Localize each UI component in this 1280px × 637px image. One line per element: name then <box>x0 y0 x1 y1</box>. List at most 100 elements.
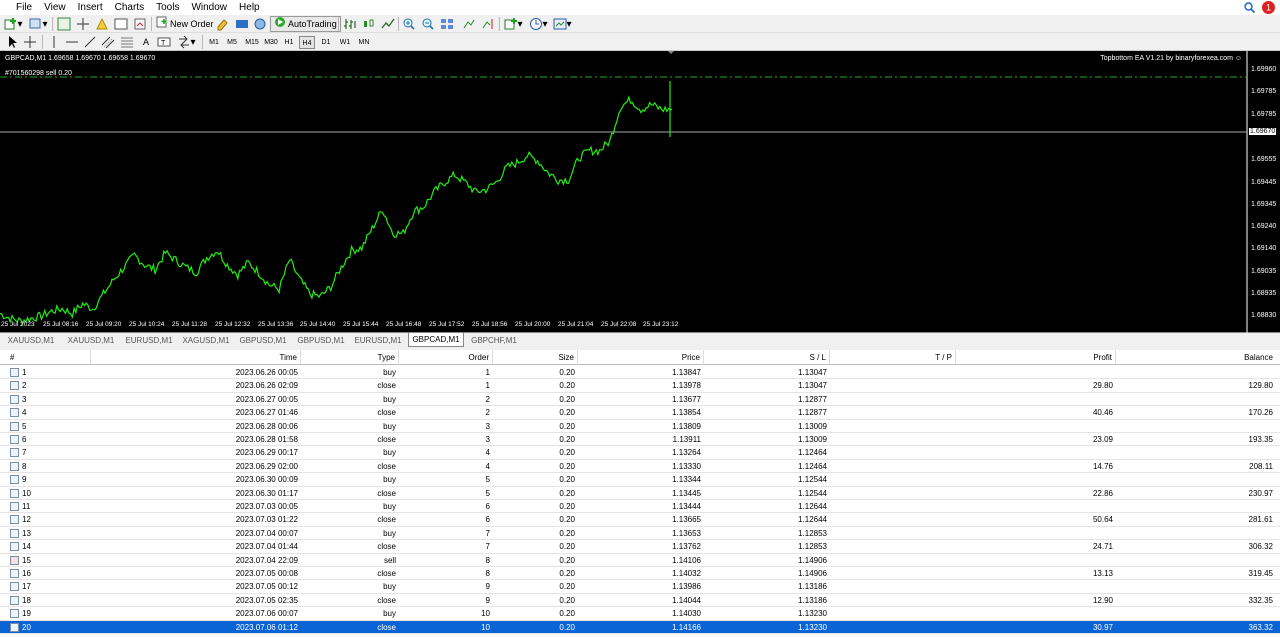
header-num[interactable]: # <box>0 350 91 365</box>
table-row[interactable]: 7 2023.06.29 00:17 buy 4 0.20 1.13264 1.12464 <box>0 446 1280 460</box>
timeframe-m5[interactable]: M5 <box>224 36 240 49</box>
timeframe-h1[interactable]: H1 <box>281 36 297 49</box>
tab-eurusd-m1[interactable]: EURUSD,M1 <box>121 334 177 347</box>
header-balance[interactable]: Balance <box>1116 350 1276 365</box>
tab-gbpchf-m1[interactable]: GBPCHF,M1 <box>466 334 522 347</box>
menu-tools[interactable]: Tools <box>150 0 185 15</box>
chevron-down-icon[interactable]: ▾ <box>542 17 548 31</box>
cell-time: 2023.07.05 02:35 <box>235 595 298 605</box>
tab-xauusd-m1[interactable]: XAUUSD,M1 <box>62 334 120 347</box>
table-row[interactable]: 13 2023.07.04 00:07 buy 7 0.20 1.13653 1.12853 <box>0 527 1280 541</box>
indicators-icon[interactable] <box>504 17 518 31</box>
zoom-in-icon[interactable] <box>402 17 416 31</box>
terminal-icon[interactable] <box>114 17 128 31</box>
table-row[interactable]: 4 2023.06.27 01:46 close 2 0.20 1.13854 1.1287… <box>0 406 1280 420</box>
signals-icon[interactable] <box>235 17 249 31</box>
bar-chart-icon[interactable] <box>343 17 357 31</box>
timeframe-w1[interactable]: W1 <box>337 36 353 49</box>
candlesticks-icon[interactable] <box>362 17 376 31</box>
header-price[interactable]: Price <box>578 350 704 365</box>
table-row[interactable]: 3 2023.06.27 00:05 buy 2 0.20 1.13677 1.12877 <box>0 393 1280 407</box>
menu-view[interactable]: View <box>38 0 72 15</box>
table-row[interactable]: 11 2023.07.03 00:05 buy 6 0.20 1.13444 1.12644 <box>0 500 1280 514</box>
auto-scroll-icon[interactable] <box>462 17 476 31</box>
table-row[interactable]: 9 2023.06.30 00:09 buy 5 0.20 1.13344 1.12544 <box>0 473 1280 487</box>
horizontal-line-icon[interactable] <box>65 35 79 49</box>
notification-icon[interactable]: 1 <box>1261 0 1276 15</box>
new-order-button[interactable]: New Order <box>156 16 214 32</box>
header-profit[interactable]: Profit <box>956 350 1116 365</box>
menu-help[interactable]: Help <box>233 0 266 15</box>
chevron-down-icon[interactable]: ▾ <box>17 17 23 31</box>
menu-insert[interactable]: Insert <box>72 0 109 15</box>
market-icon[interactable] <box>253 17 267 31</box>
table-row[interactable]: 12 2023.07.03 01:22 close 6 0.20 1.13665 1.126… <box>0 513 1280 527</box>
strategy-tester-icon[interactable] <box>133 17 147 31</box>
price-chart[interactable]: GBPCAD,M1 1.69658 1.69670 1.69658 1.6967… <box>0 51 1280 333</box>
table-row[interactable]: 17 2023.07.05 00:12 buy 9 0.20 1.13986 1.13186 <box>0 580 1280 594</box>
timeframe-m15[interactable]: M15 <box>243 36 261 49</box>
trendline-icon[interactable] <box>83 35 97 49</box>
header-tp[interactable]: T / P <box>830 350 956 365</box>
table-row[interactable]: 8 2023.06.29 02:00 close 4 0.20 1.13330 1.1246… <box>0 460 1280 474</box>
buy-deal-icon <box>10 408 19 418</box>
cell-sl: 1.14906 <box>798 555 827 565</box>
timeframe-m1[interactable]: M1 <box>206 36 222 49</box>
table-row[interactable]: 5 2023.06.28 00:06 buy 3 0.20 1.13809 1.13009 <box>0 420 1280 433</box>
chevron-down-icon[interactable]: ▾ <box>566 17 572 31</box>
table-row[interactable]: 1 2023.06.26 00:05 buy 1 0.20 1.13847 1.13047 <box>0 366 1280 380</box>
metaeditor-icon[interactable] <box>216 17 230 31</box>
table-row[interactable]: 6 2023.06.28 01:58 close 3 0.20 1.13911 1.1300… <box>0 433 1280 447</box>
tab-xauusd-m1[interactable]: XAUUSD,M1 <box>2 334 60 347</box>
tab-gbpusd-m1[interactable]: GBPUSD,M1 <box>235 334 291 347</box>
chevron-down-icon[interactable]: ▾ <box>42 17 48 31</box>
cursor-icon[interactable] <box>5 35 19 49</box>
auto-trading-button[interactable]: AutoTrading <box>270 16 341 32</box>
table-row[interactable]: 15 2023.07.04 22:09 sell 8 0.20 1.14106 1.1490… <box>0 554 1280 567</box>
menu-window[interactable]: Window <box>185 0 233 15</box>
zoom-out-icon[interactable] <box>421 17 435 31</box>
header-time[interactable]: Time <box>91 350 301 365</box>
header-size[interactable]: Size <box>493 350 578 365</box>
periods-icon[interactable] <box>529 17 543 31</box>
table-row[interactable]: 2 2023.06.26 02:09 close 1 0.20 1.13978 1.1304… <box>0 379 1280 393</box>
header-sl[interactable]: S / L <box>704 350 830 365</box>
new-chart-icon[interactable] <box>4 17 18 31</box>
arrows-icon[interactable] <box>177 35 191 49</box>
timeframe-m30[interactable]: M30 <box>262 36 280 49</box>
timeframe-h4[interactable]: H4 <box>299 36 315 49</box>
menu-file[interactable]: File <box>0 0 38 15</box>
market-watch-icon[interactable] <box>57 17 71 31</box>
timeframe-d1[interactable]: D1 <box>318 36 334 49</box>
table-row[interactable]: 14 2023.07.04 01:44 close 7 0.20 1.13762 1.128… <box>0 540 1280 554</box>
search-icon[interactable] <box>1243 1 1256 14</box>
chevron-down-icon[interactable]: ▾ <box>190 35 196 49</box>
header-order[interactable]: Order <box>399 350 493 365</box>
tile-windows-icon[interactable] <box>440 17 454 31</box>
label-icon[interactable]: T <box>157 35 171 49</box>
table-row[interactable]: 18 2023.07.05 02:35 close 9 0.20 1.14044 1.131… <box>0 594 1280 608</box>
fibonacci-icon[interactable] <box>120 35 134 49</box>
channel-icon[interactable] <box>101 35 115 49</box>
line-chart-icon[interactable] <box>381 17 395 31</box>
tab-gbpcad-m1[interactable]: GBPCAD,M1 <box>408 333 464 347</box>
templates-icon[interactable] <box>553 17 567 31</box>
table-row[interactable]: 16 2023.07.05 00:08 close 8 0.20 1.14032 1.149… <box>0 567 1280 581</box>
crosshair-icon[interactable] <box>23 35 37 49</box>
menu-charts[interactable]: Charts <box>109 0 150 15</box>
chevron-down-icon[interactable]: ▾ <box>517 17 523 31</box>
text-icon[interactable]: A <box>139 35 153 49</box>
table-row[interactable]: 10 2023.06.30 01:17 close 5 0.20 1.13445 1.125… <box>0 487 1280 500</box>
navigator-icon[interactable] <box>95 17 109 31</box>
tab-gbpusd-m1[interactable]: GBPUSD,M1 <box>293 334 349 347</box>
chart-shift-icon[interactable] <box>481 17 495 31</box>
table-row[interactable]: 20 2023.07.06 01:12 close 10 0.20 1.14166 1.13… <box>0 620 1280 634</box>
tab-eurusd-m1[interactable]: EURUSD,M1 <box>350 334 406 347</box>
timeframe-mn[interactable]: MN <box>356 36 372 49</box>
tab-xagusd-m1[interactable]: XAGUSD,M1 <box>178 334 234 347</box>
crosshair-move-icon[interactable] <box>76 17 90 31</box>
header-type[interactable]: Type <box>301 350 399 365</box>
profiles-icon[interactable] <box>29 17 43 31</box>
table-row[interactable]: 19 2023.07.06 00:07 buy 10 0.20 1.14030 1.1323… <box>0 607 1280 621</box>
vertical-line-icon[interactable] <box>47 35 61 49</box>
